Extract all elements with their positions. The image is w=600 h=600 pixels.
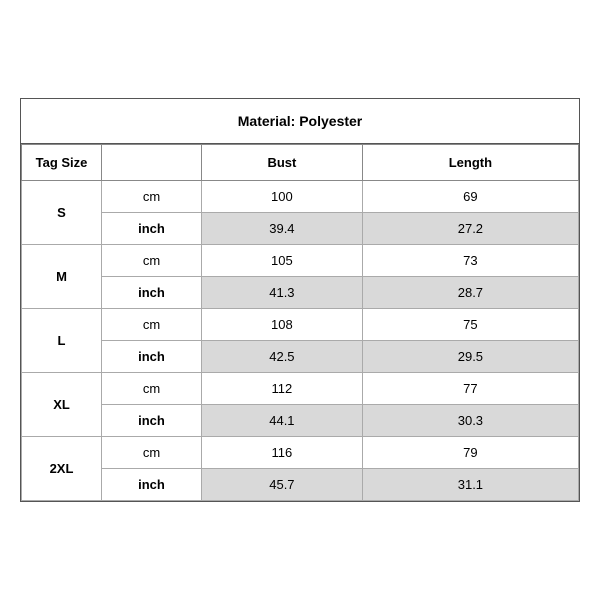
table-row: inch41.328.7	[22, 277, 579, 309]
size-table: Tag Size Bust Length Scm10069inch39.427.…	[21, 144, 579, 501]
length-cm: 75	[362, 309, 578, 341]
length-inch: 28.7	[362, 277, 578, 309]
table-row: Scm10069	[22, 181, 579, 213]
bust-inch: 42.5	[202, 341, 363, 373]
unit-inch: inch	[102, 341, 202, 373]
chart-title: Material: Polyester	[21, 99, 579, 144]
header-row: Tag Size Bust Length	[22, 145, 579, 181]
tag-size-cell: M	[22, 245, 102, 309]
header-unit	[102, 145, 202, 181]
table-row: inch44.130.3	[22, 405, 579, 437]
length-cm: 77	[362, 373, 578, 405]
bust-inch: 41.3	[202, 277, 363, 309]
table-row: Mcm10573	[22, 245, 579, 277]
length-inch: 31.1	[362, 469, 578, 501]
unit-cm: cm	[102, 245, 202, 277]
length-cm: 73	[362, 245, 578, 277]
table-row: 2XLcm11679	[22, 437, 579, 469]
tag-size-cell: 2XL	[22, 437, 102, 501]
bust-cm: 108	[202, 309, 363, 341]
table-row: Lcm10875	[22, 309, 579, 341]
unit-cm: cm	[102, 181, 202, 213]
length-cm: 69	[362, 181, 578, 213]
bust-cm: 105	[202, 245, 363, 277]
header-tag-size: Tag Size	[22, 145, 102, 181]
tag-size-cell: S	[22, 181, 102, 245]
bust-cm: 116	[202, 437, 363, 469]
size-chart-wrapper: Material: Polyester Tag Size Bust Length…	[20, 98, 580, 502]
unit-inch: inch	[102, 213, 202, 245]
table-row: XLcm11277	[22, 373, 579, 405]
header-bust: Bust	[202, 145, 363, 181]
table-body: Scm10069inch39.427.2Mcm10573inch41.328.7…	[22, 181, 579, 501]
unit-inch: inch	[102, 469, 202, 501]
bust-cm: 112	[202, 373, 363, 405]
tag-size-cell: L	[22, 309, 102, 373]
unit-inch: inch	[102, 405, 202, 437]
table-row: inch45.731.1	[22, 469, 579, 501]
bust-inch: 44.1	[202, 405, 363, 437]
length-inch: 29.5	[362, 341, 578, 373]
tag-size-cell: XL	[22, 373, 102, 437]
header-length: Length	[362, 145, 578, 181]
length-inch: 27.2	[362, 213, 578, 245]
bust-inch: 39.4	[202, 213, 363, 245]
unit-cm: cm	[102, 373, 202, 405]
unit-cm: cm	[102, 437, 202, 469]
bust-cm: 100	[202, 181, 363, 213]
unit-cm: cm	[102, 309, 202, 341]
bust-inch: 45.7	[202, 469, 363, 501]
table-row: inch42.529.5	[22, 341, 579, 373]
table-row: inch39.427.2	[22, 213, 579, 245]
unit-inch: inch	[102, 277, 202, 309]
length-cm: 79	[362, 437, 578, 469]
length-inch: 30.3	[362, 405, 578, 437]
